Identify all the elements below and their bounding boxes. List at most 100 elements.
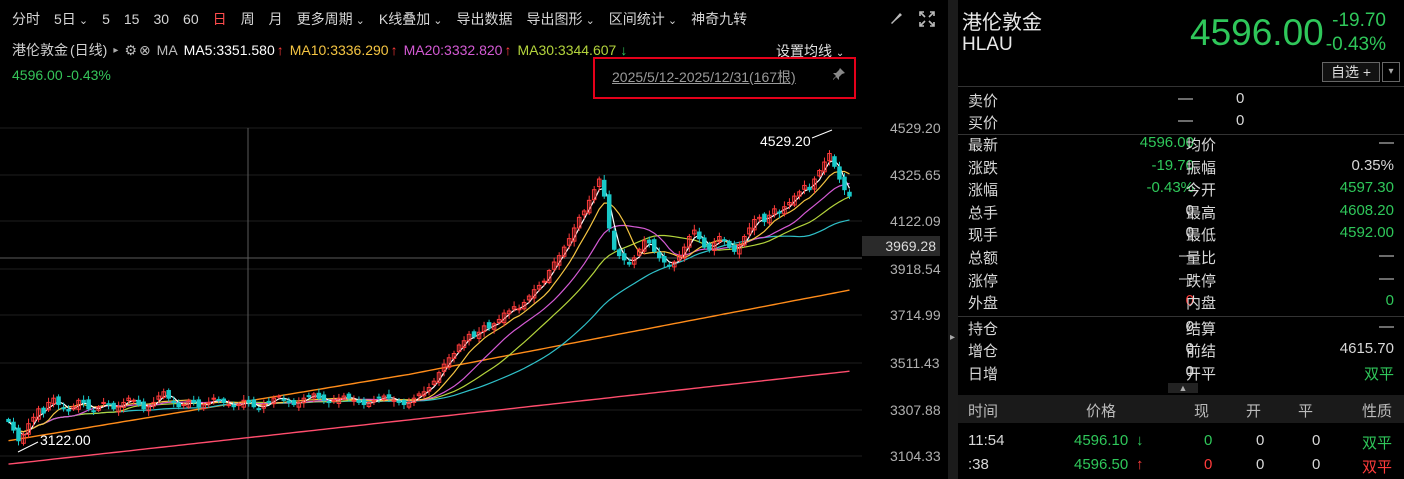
date-range-link[interactable]: 2025/5/12-2025/12/31(167根) bbox=[612, 67, 796, 87]
period-tab-13[interactable]: 区间统计 ⌄ bbox=[609, 9, 677, 29]
quote-row: 涨幅 -0.43% 今开 4597.30 bbox=[968, 179, 1394, 200]
quote-row: 涨跌 -19.70 振幅 0.35% bbox=[968, 156, 1394, 177]
chevron-down-icon[interactable]: ▾ bbox=[1382, 62, 1400, 82]
y-tick-label: 3918.54 bbox=[890, 261, 941, 277]
candle-body bbox=[611, 230, 617, 250]
candle-body bbox=[111, 402, 116, 410]
gear-icon[interactable]: ⚙ bbox=[124, 42, 137, 59]
candle-body bbox=[221, 398, 227, 403]
candle-body bbox=[842, 176, 847, 191]
candle-body bbox=[662, 255, 667, 263]
period-tab-0[interactable]: 分时 bbox=[12, 9, 40, 29]
period-tab-1[interactable]: 5日 ⌄ bbox=[54, 9, 88, 29]
candle-body bbox=[16, 427, 21, 442]
candle-body bbox=[361, 399, 367, 406]
low-pointer bbox=[17, 441, 39, 453]
ma-legend: 港伦敦金 (日线) ▸ ⚙ ⊗ MA MA5:3351.580 ↑ MA10:3… bbox=[12, 40, 633, 60]
quote-row: 现手 0 最低 4592.00 bbox=[968, 224, 1394, 245]
divider bbox=[958, 86, 1404, 87]
ma5-value: MA5:3351.580 bbox=[183, 42, 275, 58]
period-tab-11[interactable]: 导出数据 bbox=[457, 9, 513, 29]
candle-body bbox=[166, 390, 171, 399]
candlestick-plot[interactable]: 4529.20 3122.00 bbox=[0, 100, 862, 479]
period-tab-9[interactable]: 更多周期 ⌄ bbox=[297, 9, 365, 29]
candle-body bbox=[697, 231, 702, 240]
period-tab-4[interactable]: 30 bbox=[153, 11, 169, 27]
candle-body bbox=[847, 191, 852, 197]
candle-body bbox=[86, 399, 91, 410]
tick-col-header: 时间 bbox=[968, 403, 999, 420]
period-tab-5[interactable]: 60 bbox=[183, 11, 199, 27]
up-arrow-icon: ↑ bbox=[390, 42, 398, 58]
candle-body bbox=[832, 156, 837, 167]
candle-body bbox=[266, 400, 272, 403]
y-tick-label: 4122.09 bbox=[890, 213, 941, 229]
candle-body bbox=[61, 407, 66, 410]
tick-col-header: 现 bbox=[1194, 403, 1210, 420]
high-price-label: 4529.20 bbox=[760, 133, 811, 149]
tick-row: 11:54 4596.10 ↓ 0 0 0 双平 bbox=[968, 432, 1393, 452]
candle-body bbox=[141, 401, 146, 410]
quote-panel: 港伦敦金 HLAU 4596.00 -19.70 -0.43% 自选 + ▾ 卖… bbox=[958, 0, 1404, 479]
quote-row: 日增 0 开平 双平 bbox=[968, 363, 1394, 383]
tick-row: :38 4596.50 ↑ 0 0 0 双平 bbox=[968, 456, 1393, 476]
candle-body bbox=[351, 399, 357, 402]
price-change-info: 4596.00 -0.43% bbox=[12, 67, 111, 83]
candle-body bbox=[601, 179, 607, 197]
candle-body bbox=[326, 401, 332, 404]
panel-divider[interactable] bbox=[948, 0, 958, 479]
tick-col-header: 开 bbox=[1246, 403, 1262, 420]
up-arrow-icon: ↑ bbox=[276, 42, 284, 58]
candle-body bbox=[621, 253, 627, 261]
close-icon[interactable]: ⊗ bbox=[139, 42, 151, 59]
candle-body bbox=[762, 213, 767, 223]
chevron-down-icon: ⌄ bbox=[352, 15, 365, 27]
period-tab-3[interactable]: 15 bbox=[124, 11, 140, 27]
quote-row: 最新 4596.00 均价 — bbox=[968, 134, 1394, 154]
candle-body bbox=[251, 399, 257, 408]
candle-body bbox=[56, 396, 61, 406]
period-tab-12[interactable]: 导出图形 ⌄ bbox=[527, 9, 595, 29]
brush-icon[interactable] bbox=[888, 10, 904, 28]
instrument-name: 港伦敦金 bbox=[12, 42, 68, 58]
tick-col-header: 平 bbox=[1298, 403, 1314, 420]
period-tab-8[interactable]: 月 bbox=[269, 9, 283, 29]
chevron-down-icon: ⌄ bbox=[582, 15, 595, 27]
add-watchlist-button[interactable]: 自选 + bbox=[1322, 62, 1380, 82]
candle-body bbox=[321, 394, 327, 401]
period-tab-7[interactable]: 周 bbox=[241, 9, 255, 29]
kline-chart-area[interactable]: 分时 5日 ⌄ 5 15 30 60 日周月更多周期 ⌄ K线叠加 ⌄ 导出数据 导出图形 ⌄ 区间… bbox=[0, 0, 948, 479]
period-tab-14[interactable]: 神奇九转 bbox=[691, 9, 747, 29]
chevron-down-icon: ⌄ bbox=[430, 15, 443, 27]
period-tab-6[interactable]: 日 bbox=[213, 9, 227, 29]
candle-body bbox=[196, 399, 201, 408]
fullscreen-icon[interactable] bbox=[918, 10, 936, 28]
collapse-up-icon[interactable]: ▲ bbox=[1168, 383, 1198, 393]
candle-body bbox=[231, 404, 237, 408]
ma-label: MA bbox=[156, 42, 178, 58]
candle-body bbox=[346, 393, 352, 399]
y-tick-label: 3104.33 bbox=[890, 448, 941, 464]
candle-body bbox=[331, 399, 337, 402]
chart-tools bbox=[888, 10, 936, 28]
caret-right-icon[interactable]: ▸ bbox=[950, 332, 955, 343]
candle-body bbox=[286, 400, 292, 403]
candle-body bbox=[807, 186, 812, 191]
candle-body bbox=[707, 243, 712, 250]
ma10-value: MA10:3336.290 bbox=[289, 42, 389, 58]
candle-body bbox=[276, 395, 282, 398]
candle-body bbox=[11, 421, 16, 431]
candle-body bbox=[837, 166, 842, 180]
candle-body bbox=[306, 395, 312, 398]
down-arrow-icon: ↓ bbox=[620, 42, 628, 58]
candle-body bbox=[171, 400, 176, 403]
caret-right-icon[interactable]: ▸ bbox=[113, 45, 118, 56]
y-tick-label: 3307.88 bbox=[890, 402, 941, 418]
period-tab-10[interactable]: K线叠加 ⌄ bbox=[379, 9, 443, 29]
period-tab-2[interactable]: 5 bbox=[102, 11, 110, 27]
candle-body bbox=[91, 410, 96, 413]
pin-icon[interactable] bbox=[832, 67, 846, 84]
quote-code: HLAU bbox=[962, 34, 1013, 55]
quote-pct: -0.43% bbox=[1325, 34, 1386, 55]
candle-body bbox=[246, 399, 252, 403]
